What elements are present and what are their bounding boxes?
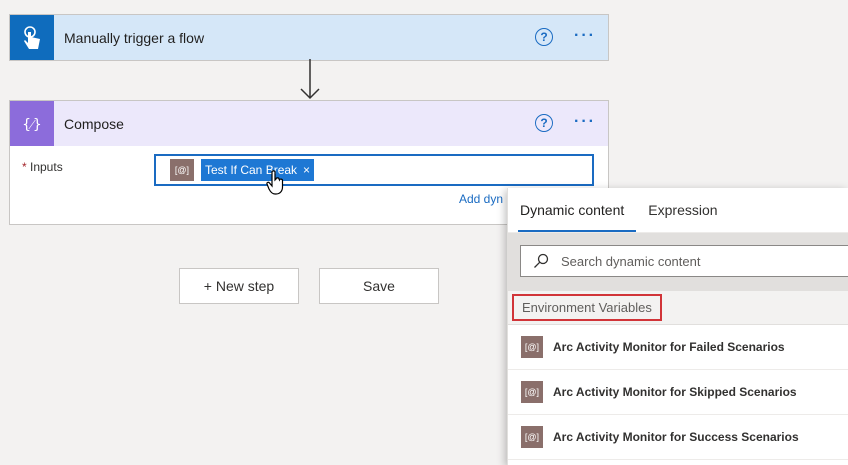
svg-text:{⁄}: {⁄} [22,117,41,133]
compose-title: Compose [64,115,124,132]
save-button[interactable]: Save [319,268,439,304]
compose-header[interactable]: {⁄} Compose ? ··· [10,101,608,146]
trigger-card[interactable]: Manually trigger a flow ? ··· [9,14,609,61]
dynamic-content-panel: Dynamic content Expression Search dynami… [507,188,848,465]
variable-icon: [@] [521,426,543,448]
list-item-label: Arc Activity Monitor for Success Scenari… [553,430,799,444]
trigger-title: Manually trigger a flow [64,29,205,46]
more-options-icon[interactable]: ··· [574,28,596,44]
connector-arrow-icon [300,59,320,100]
hand-cursor-icon [266,170,284,195]
remove-token-icon[interactable]: × [303,163,310,177]
search-placeholder: Search dynamic content [561,253,701,269]
variable-icon: [@] [521,336,543,358]
compose-icon: {⁄} [10,101,54,146]
search-input[interactable]: Search dynamic content [520,245,848,277]
required-marker: * [22,160,27,174]
section-header: Environment Variables [508,291,848,325]
list-item[interactable]: [@] Arc Activity Monitor for Skipped Sce… [508,370,848,415]
inputs-label: Inputs [30,160,63,174]
trigger-header[interactable]: Manually trigger a flow ? ··· [10,15,608,60]
search-icon [534,253,549,268]
environment-variables-label: Environment Variables [512,294,662,321]
variable-icon: [@] [521,381,543,403]
inputs-field[interactable]: [@] Test If Can Break × [154,154,594,186]
list-item-label: Arc Activity Monitor for Skipped Scenari… [553,385,797,399]
help-icon[interactable]: ? [535,114,553,132]
list-item[interactable]: [@] Arc Activity Monitor for Failed Scen… [508,325,848,370]
more-options-icon[interactable]: ··· [574,114,596,130]
dynamic-token[interactable]: Test If Can Break × [201,159,315,181]
new-step-button[interactable]: + New step [179,268,299,304]
list-item-label: Arc Activity Monitor for Failed Scenario… [553,340,785,354]
add-dynamic-content-link[interactable]: Add dyn [459,192,503,206]
search-area: Search dynamic content [508,233,848,291]
tab-expression[interactable]: Expression [636,202,729,232]
tab-dynamic-content[interactable]: Dynamic content [508,202,637,232]
help-icon[interactable]: ? [535,28,553,46]
list-item[interactable]: [@] Arc Activity Monitor for Success Sce… [508,415,848,460]
variable-icon: [@] [170,159,194,181]
panel-tabs: Dynamic content Expression [508,188,848,233]
touch-icon [10,15,54,60]
